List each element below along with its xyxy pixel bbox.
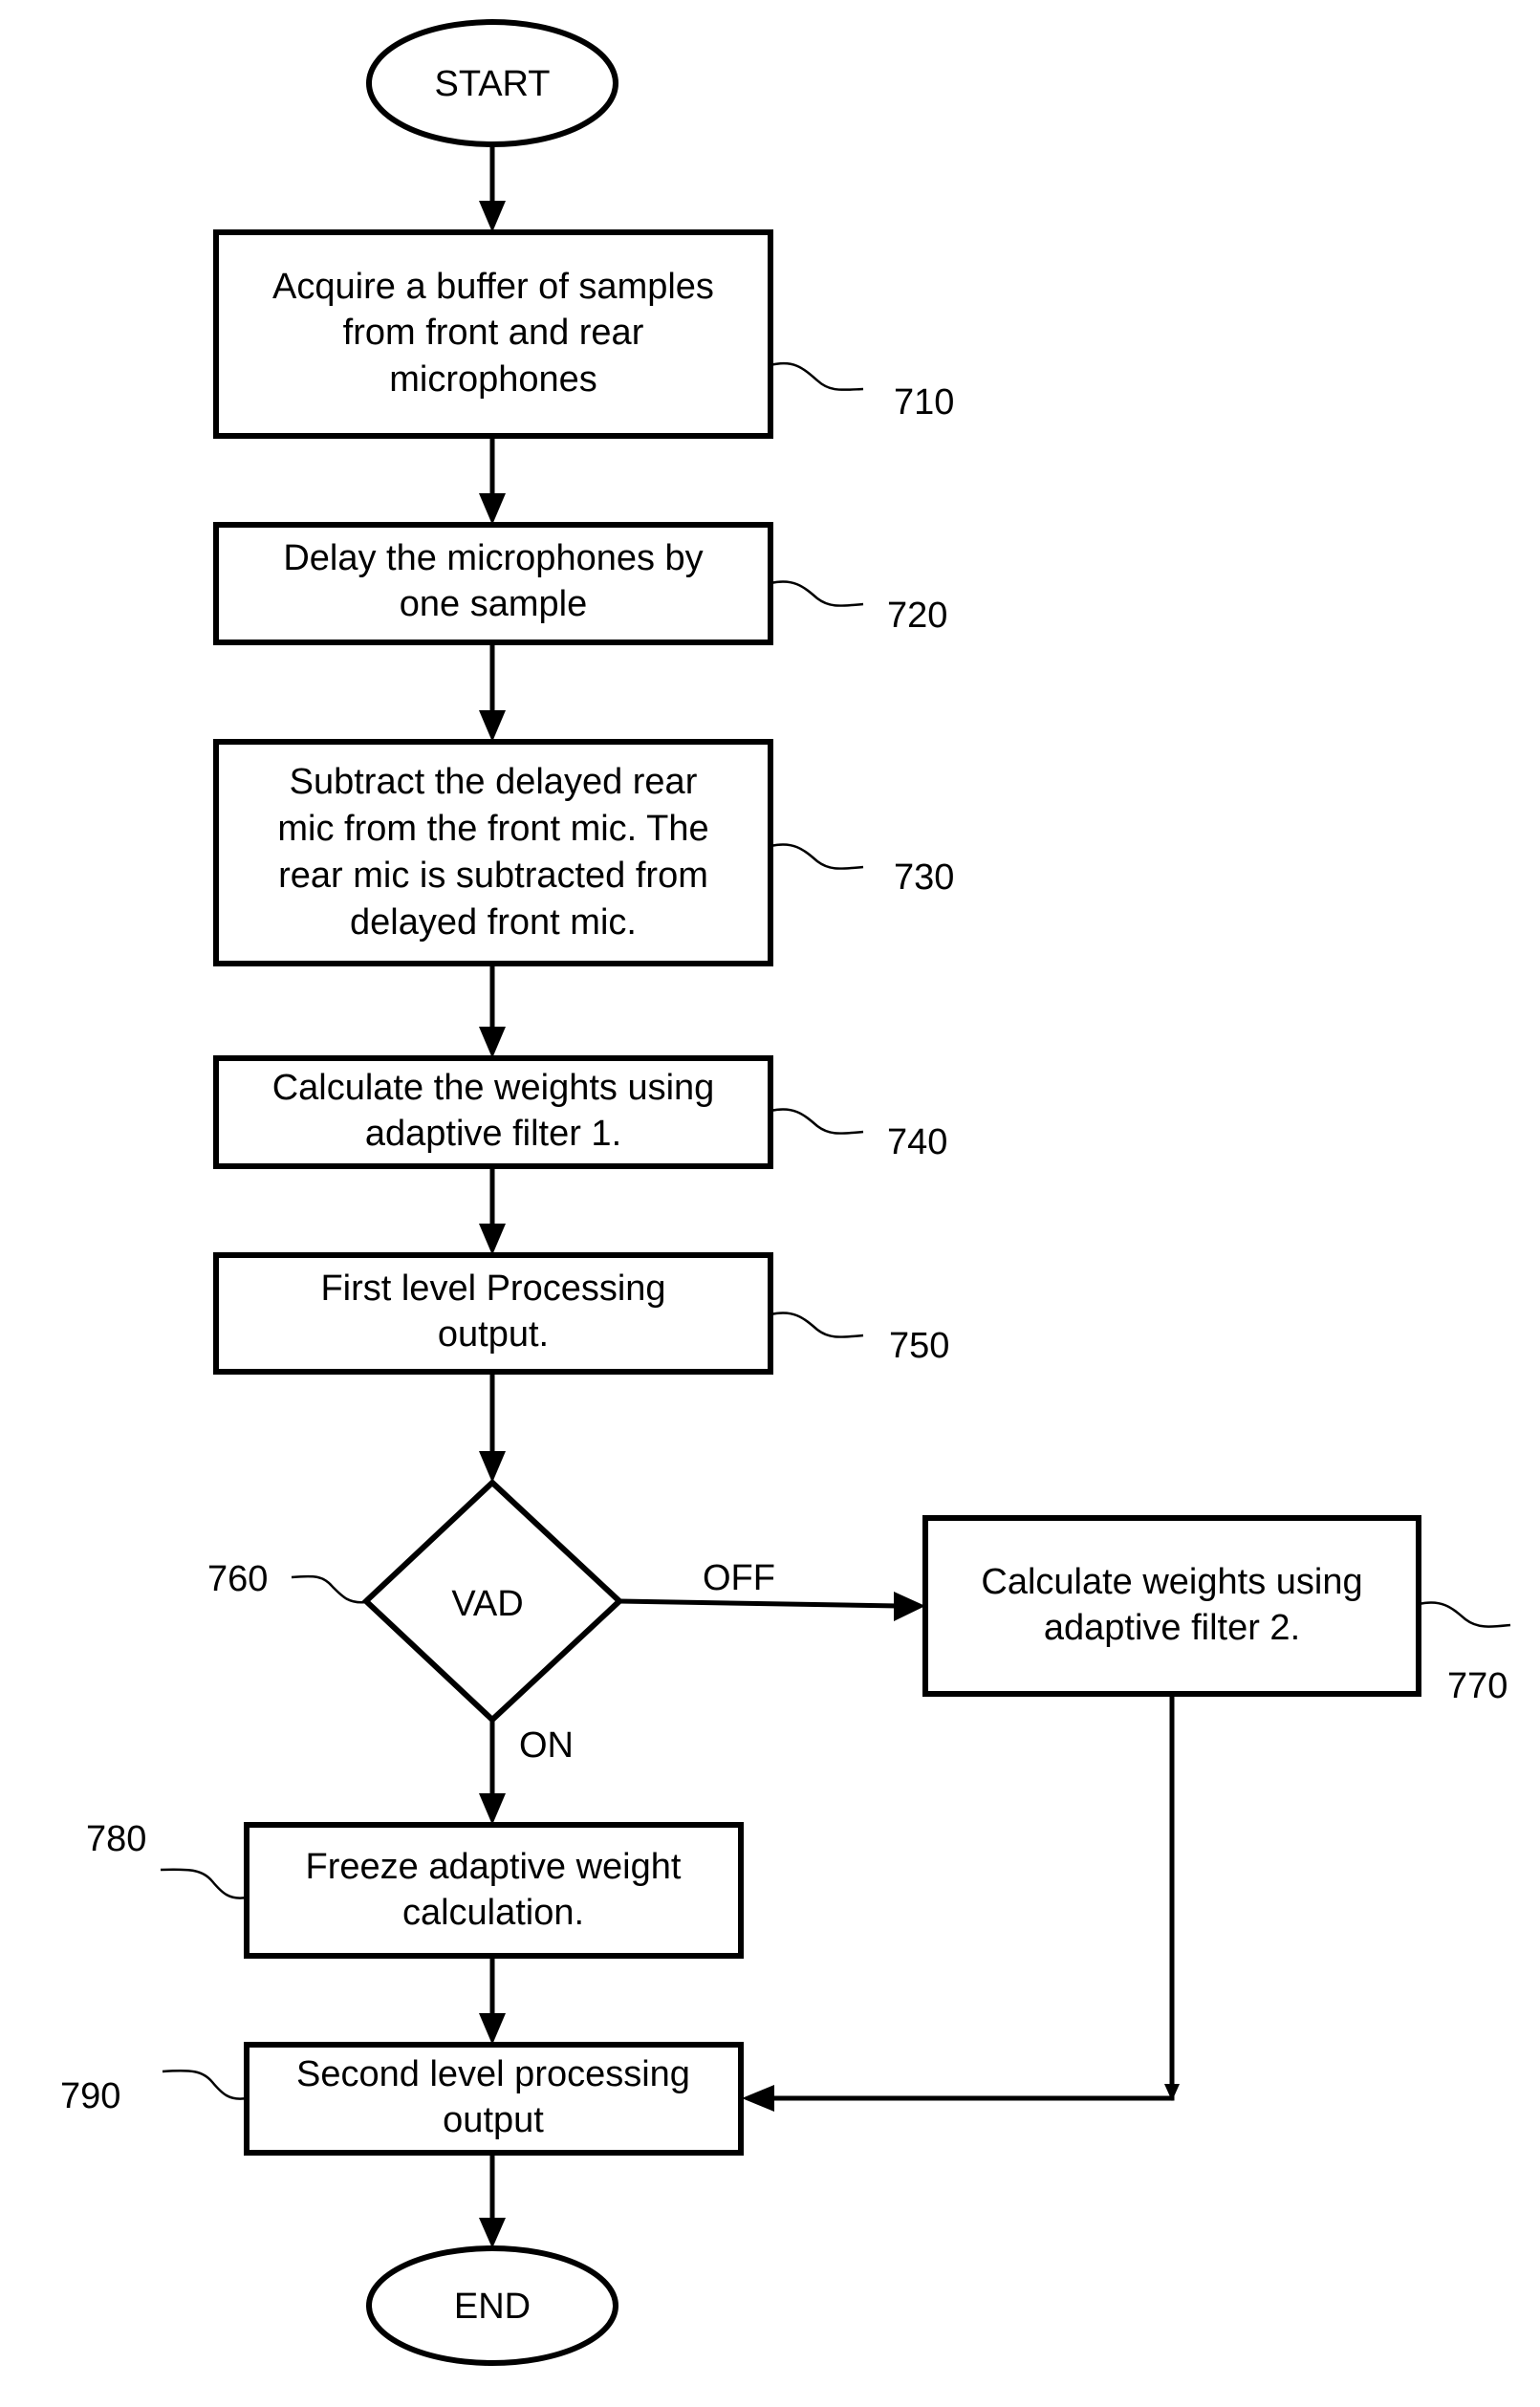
arrowhead	[479, 201, 506, 232]
leader-line-780	[160, 1868, 248, 1899]
ref-740: 740	[887, 1122, 947, 1162]
start-terminator: START	[366, 19, 618, 147]
leader-line-720	[770, 580, 864, 607]
step-780: Freeze adaptive weight calculation. 780	[86, 1819, 744, 1959]
leader-line-760	[291, 1574, 367, 1604]
end-terminator: END	[366, 2245, 618, 2366]
arrowhead	[479, 2218, 506, 2248]
step-790-line-1: Second level processing	[296, 2054, 690, 2094]
arrowhead	[479, 1451, 506, 1483]
leader-line-770	[1418, 1601, 1511, 1628]
arrowhead	[742, 2085, 774, 2112]
leader-line-740	[770, 1108, 864, 1135]
start-label: START	[434, 64, 550, 104]
step-730: Subtract the delayed rear mic from the f…	[213, 739, 954, 966]
arrowhead	[479, 1793, 506, 1825]
step-730-line-1: Subtract the delayed rear	[290, 762, 698, 802]
branch-off-label: OFF	[703, 1558, 775, 1598]
end-label: END	[454, 2287, 531, 2327]
step-750-line-2: output.	[438, 1314, 549, 1355]
step-720: Delay the microphones by one sample 720	[213, 522, 947, 645]
step-730-line-4: delayed front mic.	[350, 902, 637, 943]
step-730-line-2: mic from the front mic. The	[277, 809, 708, 849]
step-750: First level Processing output. 750	[213, 1252, 949, 1375]
step-710-line-3: microphones	[389, 359, 597, 400]
connector-770-790	[770, 1694, 1175, 2101]
ref-790: 790	[60, 2076, 120, 2116]
step-780-line-1: Freeze adaptive weight	[306, 1847, 682, 1887]
step-790: Second level processing output 790	[60, 2042, 744, 2156]
step-710-line-2: from front and rear	[343, 313, 644, 353]
arrowhead	[479, 1224, 506, 1255]
ref-720: 720	[887, 596, 947, 636]
step-710: Acquire a buffer of samples from front a…	[213, 229, 954, 439]
arrowhead	[479, 2013, 506, 2045]
arrowhead	[479, 493, 506, 525]
step-770-line-1: Calculate weights using	[981, 1562, 1362, 1602]
step-710-line-1: Acquire a buffer of samples	[272, 267, 714, 307]
step-740: Calculate the weights using adaptive fil…	[213, 1055, 947, 1169]
arrowhead	[479, 710, 506, 742]
step-750-line-1: First level Processing	[320, 1269, 665, 1309]
ref-760: 760	[207, 1559, 268, 1599]
step-790-line-2: output	[443, 2100, 544, 2140]
step-740-line-1: Calculate the weights using	[272, 1068, 715, 1108]
leader-line-730	[770, 843, 864, 870]
connector-760-770-off	[618, 1598, 900, 1609]
ref-770: 770	[1447, 1666, 1507, 1706]
arrowhead	[479, 1027, 506, 1058]
flowchart: START Acquire a buffer of samples from f…	[60, 19, 1511, 2366]
ref-750: 750	[889, 1326, 949, 1366]
step-720-line-1: Delay the microphones by	[283, 538, 703, 578]
ref-730: 730	[894, 857, 954, 898]
step-770: Calculate weights using adaptive filter …	[922, 1515, 1511, 1706]
decision-vad-label: VAD	[451, 1584, 523, 1624]
step-740-line-2: adaptive filter 1.	[365, 1114, 621, 1154]
leader-line-750	[770, 1312, 864, 1338]
step-780-line-2: calculation.	[402, 1893, 584, 1933]
leader-line-710	[770, 361, 864, 392]
step-720-line-2: one sample	[400, 584, 587, 624]
ref-710: 710	[894, 382, 954, 423]
step-730-line-3: rear mic is subtracted from	[278, 856, 708, 896]
arrowhead	[894, 1592, 925, 1621]
leader-line-790	[162, 2069, 248, 2100]
ref-780: 780	[86, 1819, 146, 1859]
step-770-line-2: adaptive filter 2.	[1044, 1608, 1300, 1648]
branch-on-label: ON	[519, 1725, 574, 1766]
